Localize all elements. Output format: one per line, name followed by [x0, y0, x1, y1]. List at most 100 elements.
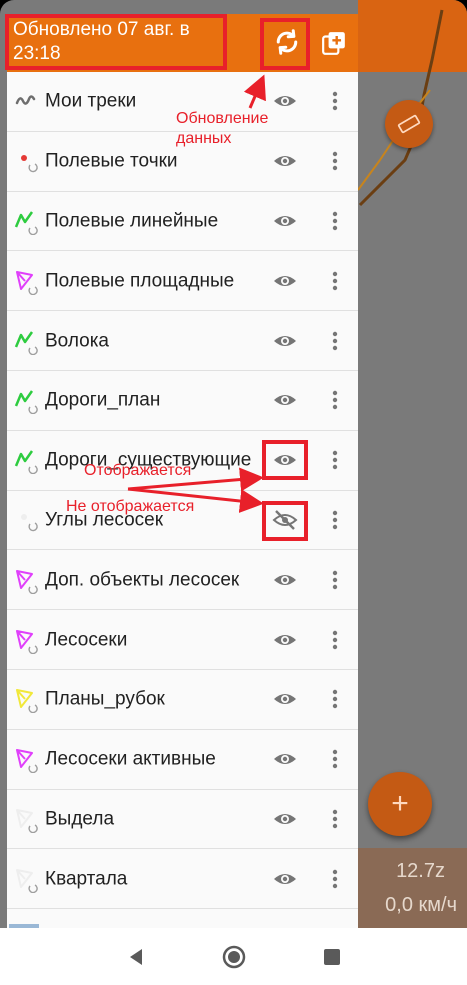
visibility-toggle-on[interactable]	[269, 624, 301, 656]
layer-menu-button[interactable]	[325, 444, 345, 476]
layer-row[interactable]: Мои треки	[7, 72, 358, 132]
line-layer-icon	[13, 386, 41, 415]
visibility-toggle-on[interactable]	[269, 85, 301, 117]
layer-label: Мои треки	[45, 90, 137, 112]
layer-row[interactable]: Дороги_существующие	[7, 431, 358, 491]
refresh-button[interactable]	[269, 24, 305, 60]
more-vert-icon	[332, 331, 338, 350]
more-vert-icon	[332, 630, 338, 649]
eye-icon	[274, 275, 296, 286]
visibility-toggle-on[interactable]	[269, 205, 301, 237]
point-layer-icon	[13, 147, 41, 175]
refresh-icon	[276, 29, 298, 55]
add-layer-button[interactable]	[319, 28, 349, 58]
recent-apps-button[interactable]	[317, 942, 347, 972]
visibility-toggle-on[interactable]	[269, 863, 301, 895]
layer-label: Полевые точки	[45, 150, 178, 172]
eye-icon	[274, 754, 296, 765]
layer-menu-button[interactable]	[325, 504, 345, 536]
layer-row[interactable]: Планы_рубок	[7, 670, 358, 730]
system-nav-bar	[0, 928, 467, 985]
zoom-readout: 12.7z	[396, 860, 445, 882]
layer-menu-button[interactable]	[325, 683, 345, 715]
polygon-layer-icon	[13, 267, 41, 295]
layer-menu-button[interactable]	[325, 145, 345, 177]
layer-menu-button[interactable]	[325, 803, 345, 835]
visibility-toggle-on[interactable]	[269, 325, 301, 357]
layer-row[interactable]: Лесосеки активные	[7, 730, 358, 790]
layer-row[interactable]: Выдела	[7, 790, 358, 850]
layer-menu-button[interactable]	[325, 205, 345, 237]
layer-row[interactable]: Квартала	[7, 849, 358, 910]
layer-row[interactable]: Дороги_план	[7, 371, 358, 431]
layer-menu-button[interactable]	[325, 624, 345, 656]
more-vert-icon	[332, 391, 338, 410]
layer-row[interactable]: Волока	[7, 311, 358, 371]
visibility-toggle-on[interactable]	[269, 564, 301, 596]
eye-icon	[274, 694, 296, 705]
visibility-toggle-on[interactable]	[269, 444, 301, 476]
visibility-toggle-on[interactable]	[269, 384, 301, 416]
layer-menu-button[interactable]	[325, 863, 345, 895]
layer-menu-button[interactable]	[325, 743, 345, 775]
layer-menu-button[interactable]	[325, 85, 345, 117]
layer-label: Лесосеки	[45, 629, 128, 651]
layers-drawer: Обновлено 07 авг. в 23:18 Мои треки Полев…	[7, 14, 358, 928]
polygon-layer-icon	[13, 805, 41, 834]
fab-label: +	[391, 787, 409, 820]
eye-off-icon	[272, 510, 298, 530]
line-layer-icon	[13, 446, 41, 475]
polygon-layer-icon	[13, 685, 41, 714]
polygon-layer-icon	[13, 865, 41, 893]
more-vert-icon	[332, 450, 338, 470]
more-vert-icon	[332, 510, 338, 530]
visibility-toggle-on[interactable]	[269, 683, 301, 715]
eye-icon	[274, 215, 296, 226]
more-vert-icon	[332, 869, 338, 888]
drawer-header: Обновлено 07 авг. в 23:18	[7, 14, 358, 72]
home-icon	[222, 945, 246, 969]
layer-label: Дороги_план	[45, 389, 161, 411]
layer-row[interactable]: Полевые линейные	[7, 192, 358, 252]
layer-menu-button[interactable]	[325, 564, 345, 596]
visibility-toggle-on[interactable]	[269, 803, 301, 835]
home-button[interactable]	[219, 942, 249, 972]
polygon-layer-icon	[13, 745, 41, 774]
layer-menu-button[interactable]	[325, 265, 345, 297]
layer-label: Квартала	[45, 868, 128, 890]
more-vert-icon	[332, 809, 338, 829]
ruler-icon	[397, 114, 421, 134]
eye-icon	[274, 574, 296, 585]
layer-label: Планы_рубок	[45, 688, 165, 710]
eye-icon	[274, 634, 296, 645]
point-layer-icon	[13, 506, 41, 534]
more-vert-icon	[332, 690, 338, 709]
more-vert-icon	[332, 271, 338, 290]
layer-row[interactable]: Доп. объекты лесосек	[7, 550, 358, 611]
visibility-toggle-on[interactable]	[269, 743, 301, 775]
layer-list: Мои треки Полевые точки Полевые линейные По…	[7, 72, 358, 910]
ruler-button[interactable]	[385, 100, 433, 148]
more-vert-icon	[332, 92, 338, 111]
layer-row[interactable]: Углы лесосек	[7, 491, 358, 551]
visibility-toggle-on[interactable]	[269, 145, 301, 177]
back-button[interactable]	[121, 942, 151, 972]
eye-icon	[274, 873, 296, 884]
polygon-layer-icon	[13, 626, 41, 654]
layer-row[interactable]: Полевые площадные	[7, 251, 358, 312]
layer-label: Полевые площадные	[45, 270, 235, 292]
layer-label: Дороги_существующие	[45, 449, 252, 471]
eye-icon	[274, 335, 296, 346]
polygon-layer-icon	[13, 566, 41, 594]
layer-menu-button[interactable]	[325, 384, 345, 416]
layer-row[interactable]: Лесосеки	[7, 610, 358, 670]
layer-label: Доп. объекты лесосек	[45, 569, 240, 591]
visibility-toggle-on[interactable]	[269, 265, 301, 297]
layer-label: Выдела	[45, 808, 115, 830]
layer-row[interactable]: Полевые точки	[7, 132, 358, 192]
track-icon	[13, 87, 41, 115]
eye-icon	[274, 395, 296, 406]
layer-menu-button[interactable]	[325, 325, 345, 357]
add-fab-button[interactable]: +	[368, 772, 432, 836]
visibility-toggle-off[interactable]	[269, 504, 301, 536]
